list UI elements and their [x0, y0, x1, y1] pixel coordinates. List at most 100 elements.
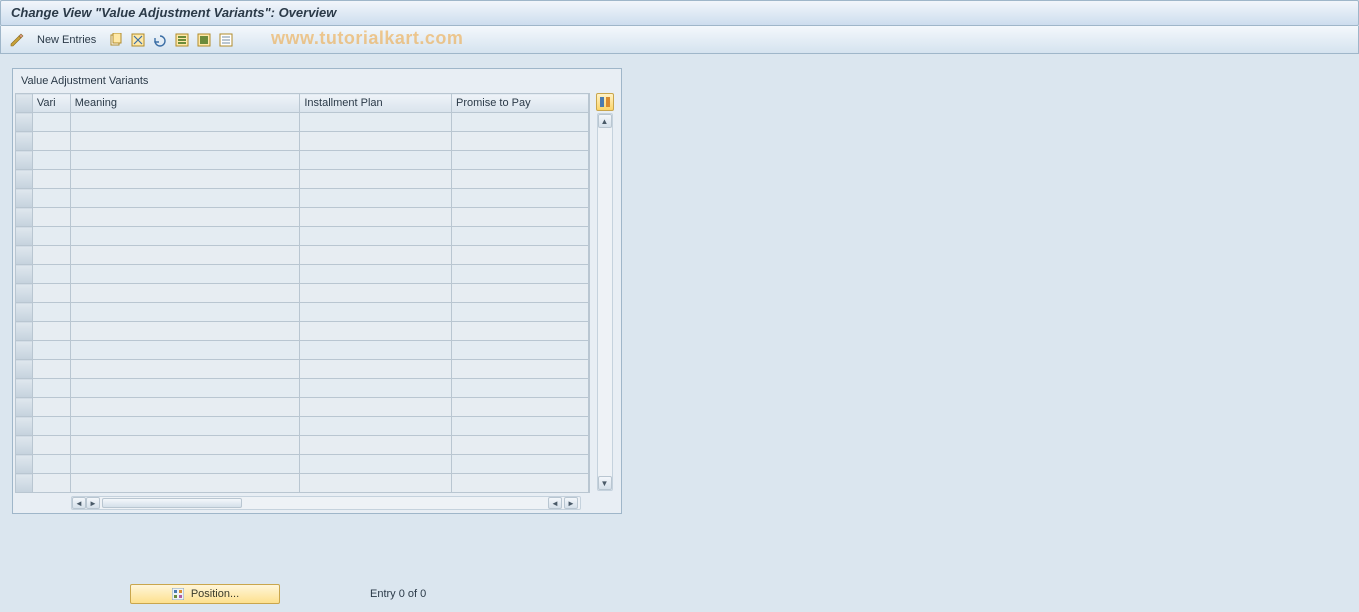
table-cell[interactable]	[300, 398, 452, 417]
table-cell[interactable]	[452, 208, 589, 227]
table-cell[interactable]	[452, 341, 589, 360]
table-row[interactable]	[16, 265, 589, 284]
table-cell[interactable]	[32, 341, 70, 360]
delete-icon[interactable]	[128, 30, 148, 50]
table-cell[interactable]	[70, 398, 300, 417]
row-selector[interactable]	[16, 417, 33, 436]
table-row[interactable]	[16, 360, 589, 379]
row-selector[interactable]	[16, 265, 33, 284]
table-cell[interactable]	[452, 436, 589, 455]
row-selector[interactable]	[16, 398, 33, 417]
table-cell[interactable]	[70, 246, 300, 265]
table-cell[interactable]	[300, 360, 452, 379]
position-button[interactable]: Position...	[130, 584, 280, 604]
row-selector[interactable]	[16, 208, 33, 227]
table-cell[interactable]	[452, 379, 589, 398]
table-settings-icon[interactable]	[596, 93, 614, 111]
table-cell[interactable]	[300, 474, 452, 493]
table-cell[interactable]	[452, 360, 589, 379]
table-row[interactable]	[16, 379, 589, 398]
table-row[interactable]	[16, 436, 589, 455]
table-cell[interactable]	[32, 379, 70, 398]
column-header-meaning[interactable]: Meaning	[70, 94, 300, 113]
hscroll-thumb[interactable]	[102, 498, 242, 508]
table-cell[interactable]	[70, 341, 300, 360]
table-cell[interactable]	[452, 284, 589, 303]
table-row[interactable]	[16, 189, 589, 208]
table-cell[interactable]	[32, 113, 70, 132]
new-entries-button[interactable]: New Entries	[29, 30, 104, 50]
column-header-promise[interactable]: Promise to Pay	[452, 94, 589, 113]
row-selector[interactable]	[16, 170, 33, 189]
table-cell[interactable]	[70, 170, 300, 189]
row-selector[interactable]	[16, 246, 33, 265]
row-selector[interactable]	[16, 322, 33, 341]
table-cell[interactable]	[452, 189, 589, 208]
table-row[interactable]	[16, 398, 589, 417]
table-row[interactable]	[16, 246, 589, 265]
table-cell[interactable]	[32, 360, 70, 379]
table-cell[interactable]	[32, 436, 70, 455]
row-selector[interactable]	[16, 132, 33, 151]
table-row[interactable]	[16, 151, 589, 170]
table-cell[interactable]	[70, 379, 300, 398]
table-row[interactable]	[16, 303, 589, 322]
horizontal-scrollbar[interactable]: ◄ ► ◄ ►	[71, 496, 581, 510]
table-cell[interactable]	[70, 322, 300, 341]
table-row[interactable]	[16, 113, 589, 132]
table-cell[interactable]	[70, 417, 300, 436]
table-cell[interactable]	[32, 227, 70, 246]
table-cell[interactable]	[70, 151, 300, 170]
table-cell[interactable]	[452, 303, 589, 322]
undo-change-icon[interactable]	[150, 30, 170, 50]
table-cell[interactable]	[452, 265, 589, 284]
table-cell[interactable]	[452, 113, 589, 132]
table-cell[interactable]	[300, 284, 452, 303]
table-row[interactable]	[16, 341, 589, 360]
scroll-left2-icon[interactable]: ►	[86, 497, 100, 509]
select-all-icon[interactable]	[172, 30, 192, 50]
scroll-left-icon[interactable]: ◄	[72, 497, 86, 509]
table-cell[interactable]	[300, 436, 452, 455]
select-block-icon[interactable]	[194, 30, 214, 50]
row-selector[interactable]	[16, 436, 33, 455]
row-selector[interactable]	[16, 303, 33, 322]
table-cell[interactable]	[452, 227, 589, 246]
table-cell[interactable]	[70, 303, 300, 322]
table-cell[interactable]	[300, 113, 452, 132]
copy-as-icon[interactable]	[106, 30, 126, 50]
table-cell[interactable]	[452, 417, 589, 436]
table-cell[interactable]	[300, 303, 452, 322]
row-selector[interactable]	[16, 284, 33, 303]
deselect-all-icon[interactable]	[216, 30, 236, 50]
table-cell[interactable]	[452, 246, 589, 265]
table-cell[interactable]	[32, 284, 70, 303]
table-cell[interactable]	[300, 417, 452, 436]
table-cell[interactable]	[32, 208, 70, 227]
table-cell[interactable]	[300, 189, 452, 208]
toggle-display-change-icon[interactable]	[7, 30, 27, 50]
table-cell[interactable]	[32, 398, 70, 417]
table-cell[interactable]	[452, 455, 589, 474]
table-row[interactable]	[16, 474, 589, 493]
variants-table[interactable]: Vari Meaning Installment Plan Promise to…	[15, 93, 589, 493]
table-row[interactable]	[16, 170, 589, 189]
table-cell[interactable]	[70, 436, 300, 455]
table-cell[interactable]	[32, 417, 70, 436]
table-cell[interactable]	[452, 322, 589, 341]
table-cell[interactable]	[32, 170, 70, 189]
table-cell[interactable]	[300, 379, 452, 398]
table-cell[interactable]	[300, 265, 452, 284]
table-cell[interactable]	[32, 151, 70, 170]
row-selector[interactable]	[16, 151, 33, 170]
row-selector[interactable]	[16, 474, 33, 493]
table-cell[interactable]	[32, 246, 70, 265]
table-row[interactable]	[16, 227, 589, 246]
row-selector[interactable]	[16, 227, 33, 246]
row-selector[interactable]	[16, 113, 33, 132]
table-cell[interactable]	[70, 132, 300, 151]
vertical-scrollbar[interactable]: ▲ ▼	[597, 113, 613, 491]
table-cell[interactable]	[452, 474, 589, 493]
table-cell[interactable]	[300, 227, 452, 246]
table-cell[interactable]	[32, 189, 70, 208]
